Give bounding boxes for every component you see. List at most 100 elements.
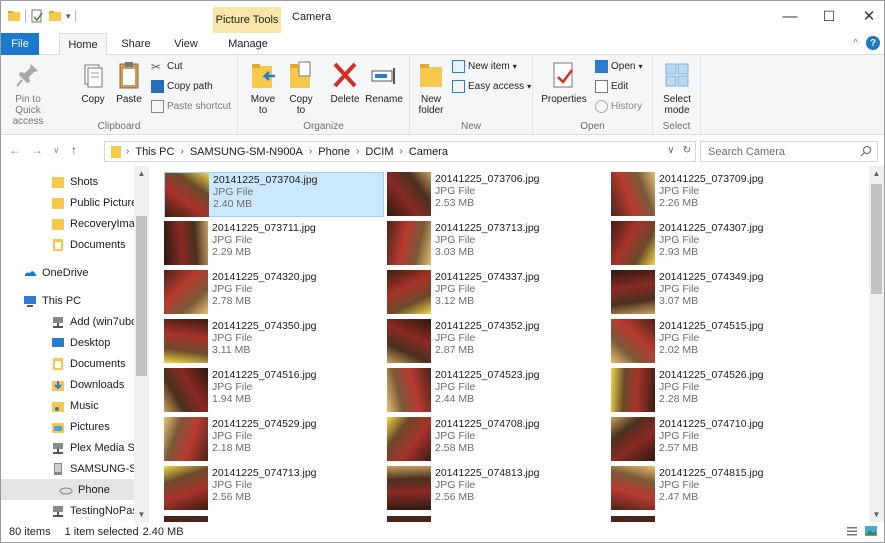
nav-scroll-thumb[interactable] — [136, 216, 147, 376]
status-bar: 80 items 1 item selected 2.40 MB — [1, 522, 884, 542]
file-item[interactable]: 20141225_074352.jpg JPG File 2.87 MB — [387, 319, 607, 364]
nav-item[interactable]: Music — [1, 395, 134, 416]
nav-scrollbar[interactable]: ▲ ▼ — [134, 166, 149, 522]
file-item[interactable]: 20141225_073709.jpg JPG File 2.26 MB — [611, 172, 831, 217]
file-item[interactable]: 20141225_074516.jpg JPG File 1.94 MB — [164, 368, 384, 413]
close-button[interactable]: ✕ — [846, 1, 885, 31]
nav-item[interactable]: Pictures — [1, 416, 134, 437]
file-item[interactable]: 20141225_074320.jpg JPG File 2.78 MB — [164, 270, 384, 315]
breadcrumb-device[interactable]: SAMSUNG-SM-N900A — [190, 146, 303, 158]
move-to-button[interactable]: Move to — [246, 59, 280, 116]
new-item-button[interactable]: New item ▾ — [452, 60, 517, 73]
nav-item[interactable]: OneDrive — [1, 262, 134, 283]
forward-arrow-icon[interactable]: → — [31, 143, 43, 157]
search-input[interactable]: Search Camera — [700, 141, 878, 162]
refresh-icon[interactable]: ↻ — [683, 145, 691, 156]
breadcrumb-phone[interactable]: Phone — [318, 146, 350, 158]
details-view-icon[interactable] — [846, 525, 858, 537]
delete-button[interactable]: Delete — [326, 59, 364, 105]
nav-item[interactable]: Shots — [1, 171, 134, 192]
tab-home[interactable]: Home — [59, 33, 107, 56]
breadcrumb-this-pc[interactable]: This PC — [135, 146, 174, 158]
new-folder-icon[interactable] — [48, 9, 62, 23]
nav-item[interactable]: RecoveryImage — [1, 213, 134, 234]
nav-item[interactable]: Public Pictures — [1, 192, 134, 213]
collapse-ribbon-icon[interactable]: ^ — [853, 38, 858, 49]
scroll-down-icon[interactable]: ▼ — [134, 510, 149, 519]
select-mode-button[interactable]: Select mode — [658, 59, 696, 116]
qat-dropdown-icon[interactable]: ▾ — [66, 11, 71, 22]
cut-button[interactable]: ✂ Cut — [151, 60, 183, 74]
help-icon[interactable]: ? — [866, 36, 880, 50]
content-scroll-thumb[interactable] — [871, 184, 882, 294]
tab-share[interactable]: Share — [115, 33, 157, 55]
nav-item[interactable]: TestingNoPass — [1, 500, 134, 521]
scroll-up-icon[interactable]: ▲ — [134, 169, 149, 178]
file-item[interactable]: 20141225_074526.jpg JPG File 2.28 MB — [611, 368, 831, 413]
chevron-right-icon: › — [399, 146, 403, 157]
nav-item[interactable]: Downloads — [1, 374, 134, 395]
file-item[interactable]: 20141225_074813.jpg JPG File 2.56 MB — [387, 466, 607, 511]
file-item[interactable]: 20141225_074307.jpg JPG File 2.93 MB — [611, 221, 831, 266]
tab-manage[interactable]: Manage — [220, 33, 276, 55]
nav-item[interactable]: SAMSUNG-SM — [1, 458, 134, 479]
file-item[interactable]: 20141225_074515.jpg JPG File 2.02 MB — [611, 319, 831, 364]
nav-item[interactable]: Documents — [1, 234, 134, 255]
organize-group: Move to Copy to Delete Rename Organize — [238, 55, 410, 135]
recent-locations-icon[interactable]: ∨ — [53, 145, 60, 156]
nav-item-label: Phone — [78, 483, 110, 496]
nav-item[interactable]: Add (win7ubo — [1, 311, 134, 332]
address-bar[interactable]: › This PC › SAMSUNG-SM-N900A › Phone › D… — [104, 141, 696, 162]
file-item[interactable]: 20141225_074815.jpg JPG File 2.47 MB — [611, 466, 831, 511]
nav-item[interactable]: Plex Media Ser — [1, 437, 134, 458]
file-item[interactable]: 20141225_074350.jpg JPG File 3.11 MB — [164, 319, 384, 364]
breadcrumb-dcim[interactable]: DCIM — [365, 146, 393, 158]
history-button[interactable]: History — [595, 100, 642, 113]
pin-to-quick-access-button[interactable]: Pin to Quick access — [5, 59, 51, 127]
scroll-down-icon[interactable]: ▼ — [869, 510, 884, 519]
open-button[interactable]: Open ▾ — [595, 60, 642, 73]
file-item[interactable]: 20141225_074708.jpg JPG File 2.58 MB — [387, 417, 607, 462]
rename-button[interactable]: Rename — [364, 59, 404, 105]
properties-icon[interactable] — [30, 9, 44, 23]
content-scrollbar[interactable]: ▲ ▼ — [869, 166, 884, 522]
file-item[interactable]: 20141225_073711.jpg JPG File 2.29 MB — [164, 221, 384, 266]
file-item[interactable]: 20141225_074349.jpg JPG File 3.07 MB — [611, 270, 831, 315]
nav-item[interactable]: Desktop — [1, 332, 134, 353]
properties-button[interactable]: Properties — [539, 59, 589, 105]
easy-access-button[interactable]: Easy access ▾ — [452, 80, 531, 93]
copy-path-button[interactable]: Copy path — [151, 80, 213, 93]
large-icons-view-icon[interactable] — [864, 525, 878, 537]
paste-shortcut-button[interactable]: Paste shortcut — [151, 100, 231, 113]
image-thumbnail — [164, 270, 208, 314]
file-item[interactable]: 20141225_074710.jpg JPG File 2.57 MB — [611, 417, 831, 462]
title-bar: ▾ Picture Tools Camera — ☐ ✕ — [1, 1, 884, 33]
nav-item[interactable]: Phone — [1, 479, 134, 500]
file-item[interactable]: 20141225_073713.jpg JPG File 3.03 MB — [387, 221, 607, 266]
copy-to-button[interactable]: Copy to — [284, 59, 318, 116]
breadcrumb-camera[interactable]: Camera — [409, 146, 448, 158]
new-folder-button[interactable]: New folder — [414, 59, 448, 116]
address-dropdown-icon[interactable]: ∨ — [667, 145, 674, 156]
new-folder-label: New folder — [418, 94, 444, 116]
file-item[interactable]: 20141225_074337.jpg JPG File 3.12 MB — [387, 270, 607, 315]
folder-icon[interactable] — [7, 9, 21, 23]
nav-item[interactable]: This PC — [1, 290, 134, 311]
file-item[interactable]: 20141225_074713.jpg JPG File 2.56 MB — [164, 466, 384, 511]
file-item[interactable]: 20141225_073704.jpg JPG File 2.40 MB — [164, 172, 384, 217]
edit-button[interactable]: Edit — [595, 80, 628, 93]
copy-button[interactable]: Copy — [77, 59, 109, 105]
tab-file[interactable]: File — [1, 33, 39, 55]
file-info: 20141225_073711.jpg JPG File 2.29 MB — [212, 221, 316, 266]
file-item[interactable]: 20141225_074523.jpg JPG File 2.44 MB — [387, 368, 607, 413]
context-tab-picture-tools[interactable]: Picture Tools — [213, 7, 281, 33]
paste-button[interactable]: Paste — [113, 59, 145, 105]
up-arrow-icon[interactable]: ↑ — [71, 143, 77, 157]
file-item[interactable]: 20141225_073706.jpg JPG File 2.53 MB — [387, 172, 607, 217]
back-arrow-icon[interactable]: ← — [9, 143, 21, 157]
scroll-up-icon[interactable]: ▲ — [869, 169, 884, 178]
nav-item[interactable]: Documents — [1, 353, 134, 374]
file-item[interactable]: 20141225_074529.jpg JPG File 2.18 MB — [164, 417, 384, 462]
tab-view[interactable]: View — [167, 33, 205, 55]
image-thumbnail — [387, 466, 431, 510]
